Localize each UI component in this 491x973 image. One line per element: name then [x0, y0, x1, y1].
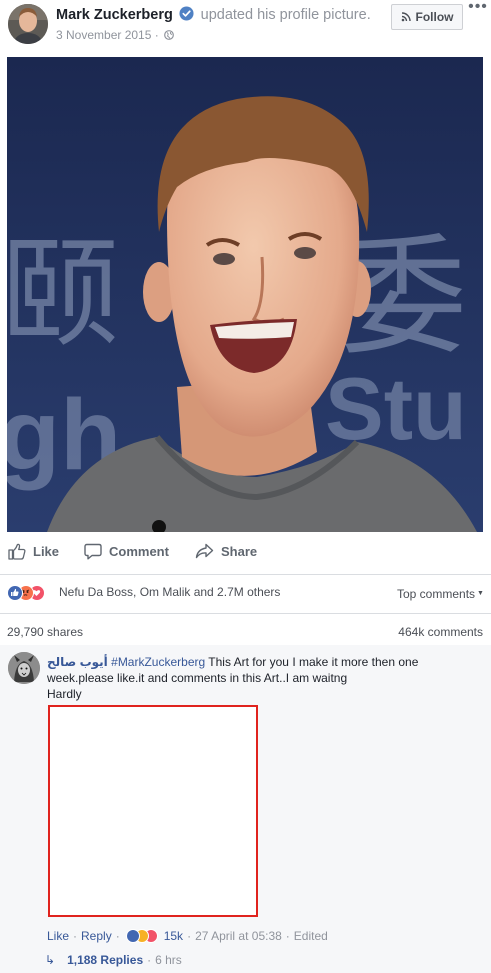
post-counts: 29,790 shares 464k comments: [0, 620, 491, 642]
comment-body: أيوب صالح #MarkZuckerberg This Art for y…: [47, 654, 467, 702]
author-avatar[interactable]: [8, 4, 48, 44]
divider: [0, 613, 491, 614]
follow-label: Follow: [415, 10, 454, 24]
separator-dot: ·: [73, 929, 78, 943]
view-replies[interactable]: ↳ 1,188 Replies · 6 hrs: [45, 953, 182, 967]
thumbs-up-icon: [8, 543, 26, 560]
photo-bg-text-4: Stu: [325, 359, 467, 458]
rss-icon: [401, 12, 411, 22]
separator-dot: ·: [147, 953, 152, 967]
separator-dot: ·: [285, 929, 290, 943]
top-comments-dropdown[interactable]: Top comments ▼: [397, 587, 484, 601]
comment-timestamp[interactable]: 27 April at 05:38: [195, 929, 282, 943]
divider: [0, 574, 491, 575]
photo-bg-char-1: 颐: [7, 225, 119, 363]
comment-image-placeholder[interactable]: [48, 705, 258, 917]
comment-button[interactable]: Comment: [84, 543, 169, 560]
globe-icon[interactable]: [164, 30, 174, 40]
like-button[interactable]: Like: [8, 543, 59, 560]
profile-picture-photo[interactable]: 颐 委 gh Stu: [7, 57, 483, 532]
author-name[interactable]: Mark Zuckerberg: [56, 7, 173, 23]
comment-reaction-icons[interactable]: [125, 929, 162, 943]
caret-down-icon: ▼: [477, 590, 484, 597]
post-meta: 3 November 2015 ·: [56, 28, 174, 42]
comment-reaction-count[interactable]: 15k: [164, 929, 183, 943]
replies-count[interactable]: 1,188 Replies: [67, 953, 143, 967]
follow-button[interactable]: Follow: [391, 4, 463, 30]
top-comments-label: Top comments: [397, 587, 476, 601]
share-button[interactable]: Share: [195, 543, 257, 559]
shares-count[interactable]: 29,790 shares: [7, 625, 83, 639]
reply-arrow-icon: ↳: [45, 953, 56, 967]
replies-time: 6 hrs: [155, 953, 182, 967]
share-arrow-icon: [195, 543, 214, 559]
separator-dot: ·: [115, 929, 120, 943]
post-action-text: updated his profile picture.: [200, 7, 371, 23]
share-label: Share: [221, 543, 258, 559]
comment-section: أيوب صالح #MarkZuckerberg This Art for y…: [0, 645, 491, 973]
more-options-icon[interactable]: •••: [468, 0, 488, 18]
comments-count[interactable]: 464k comments: [398, 625, 483, 639]
separator-dot: ·: [187, 929, 192, 943]
comment-hashtag[interactable]: #MarkZuckerberg: [111, 655, 205, 669]
like-reaction-icon: [7, 585, 23, 601]
reactions-summary: Nefu Da Boss, Om Malik and 2.7M others T…: [0, 580, 491, 606]
like-reaction-icon: [125, 929, 140, 943]
date-separator: ·: [154, 28, 159, 42]
post-date[interactable]: 3 November 2015: [56, 28, 151, 42]
comment-label: Comment: [109, 544, 169, 559]
post-action-bar: Like Comment Share: [0, 536, 491, 570]
comment-reply-link[interactable]: Reply: [81, 929, 112, 943]
comment-bubble-icon: [84, 543, 102, 560]
commenter-avatar[interactable]: [8, 652, 40, 684]
comment-like-link[interactable]: Like: [47, 929, 69, 943]
reaction-icons[interactable]: [7, 585, 57, 601]
author-line: Mark Zuckerberg updated his profile pict…: [56, 6, 371, 23]
verified-badge-icon: [179, 6, 194, 21]
like-label: Like: [33, 544, 60, 559]
reactions-text[interactable]: Nefu Da Boss, Om Malik and 2.7M others: [59, 585, 280, 599]
comment-edited[interactable]: Edited: [294, 929, 328, 943]
post-header: Mark Zuckerberg updated his profile pict…: [0, 0, 491, 54]
comment-second-line: Hardly: [47, 687, 82, 701]
comment-footer: Like · Reply · 15k · 27 April at 05:38 ·…: [47, 929, 328, 943]
commenter-name[interactable]: أيوب صالح: [47, 655, 108, 669]
